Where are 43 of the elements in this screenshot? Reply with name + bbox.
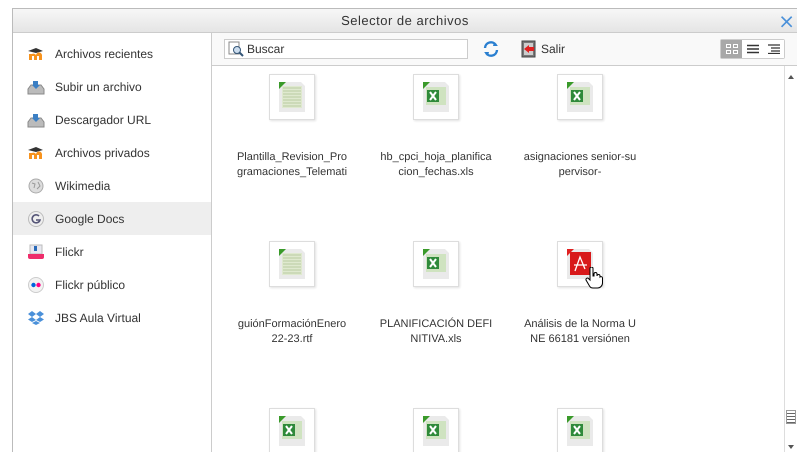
sidebar-item[interactable]: JBS Aula Virtual [13, 301, 211, 334]
file-name[interactable]: Análisis de la Norma UNE 66181 versiónen [523, 317, 637, 347]
grid-icon [726, 44, 738, 54]
pdf-file-icon[interactable] [557, 241, 603, 287]
window-title: Selector de archivos [341, 13, 469, 28]
open-box-icon [27, 310, 45, 326]
sidebar-item[interactable]: Archivos recientes [13, 37, 211, 70]
view-toggle[interactable] [721, 40, 742, 58]
graduation-m-icon [27, 146, 45, 160]
graduation-m-icon [27, 46, 45, 60]
spreadsheet-file-icon[interactable] [269, 408, 315, 452]
scroll-up-icon[interactable] [786, 74, 796, 80]
scroll-down-icon[interactable] [786, 444, 796, 450]
file-name[interactable]: guiónFormaciónEnero 22-23.rtf [235, 317, 349, 347]
sidebar-item[interactable]: Flickr público [13, 268, 211, 301]
sidebar-item[interactable]: Descargador URL [13, 103, 211, 136]
sidebar-item[interactable]: Archivos privados [13, 136, 211, 169]
spreadsheet-file-icon[interactable] [557, 74, 603, 120]
spreadsheet-file-icon[interactable] [413, 74, 459, 120]
tray-arrow-icon [27, 112, 45, 128]
letter-g-icon [27, 210, 45, 226]
logout-button[interactable]: Salir [518, 40, 568, 58]
refresh-icon[interactable] [482, 40, 500, 58]
sidebar-item[interactable]: Google Docs [13, 202, 211, 235]
box-icon [27, 244, 45, 260]
search-field[interactable]: Buscar [224, 39, 468, 59]
spreadsheet-file-icon[interactable] [413, 241, 459, 287]
globe-icon [27, 178, 45, 194]
tray-arrow-icon [27, 78, 45, 94]
file-name[interactable]: PLANIFICACIÓN DEFINITIVA.xls [379, 317, 493, 347]
tree-list-icon [768, 44, 780, 54]
spreadsheet-file-icon[interactable] [413, 408, 459, 452]
two-dots-icon [27, 276, 45, 292]
scrollbar[interactable] [784, 66, 797, 452]
spreadsheet-file-icon[interactable] [557, 408, 603, 452]
file-name[interactable]: hb_cpci_hoja_planificacion_fechas.xls [379, 150, 493, 180]
list-icon [746, 44, 758, 54]
file-name[interactable]: asignaciones senior-supervisor- [523, 150, 637, 180]
sidebar-item[interactable]: Flickr [13, 235, 211, 268]
sidebar-item[interactable]: Wikimedia [13, 169, 211, 202]
scroll-thumb[interactable] [786, 410, 796, 424]
file-name[interactable]: Plantilla_Revision_Programaciones_Telemati [235, 150, 349, 180]
sidebar-item[interactable]: Subir un archivo [13, 70, 211, 103]
